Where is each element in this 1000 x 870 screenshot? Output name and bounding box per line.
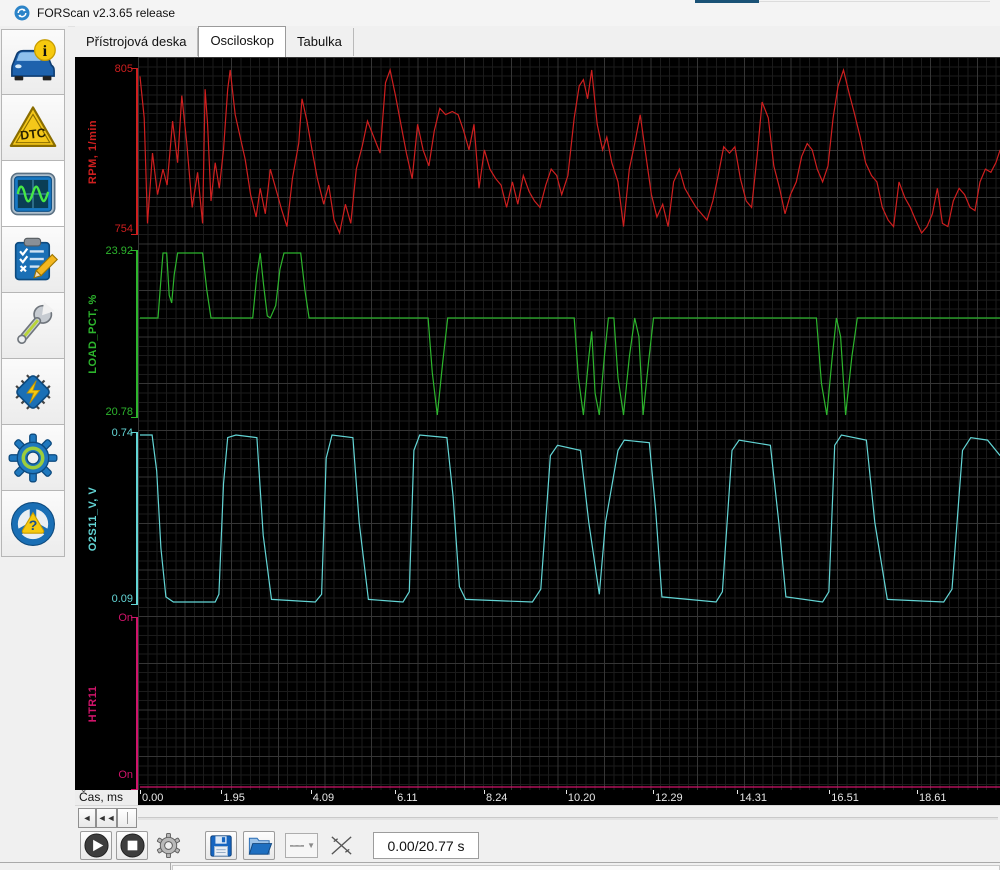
sidebar-item-settings[interactable] (1, 425, 65, 491)
channel-max-load-pct: 23.92 (75, 244, 133, 258)
x-tick-mark (653, 790, 654, 794)
module-config-icon (7, 366, 59, 418)
scrollbar-track[interactable] (138, 817, 998, 820)
y-axis-load-pct (136, 250, 138, 418)
timeline-scrollbar: ◄ ◄◄ (75, 805, 1000, 830)
open-icon (246, 832, 273, 859)
tab-dashboard[interactable]: Přístrojová deska (75, 28, 198, 56)
x-tick-mark (140, 790, 141, 794)
sidebar-item-module-config[interactable] (1, 359, 65, 425)
sidebar-item-dtc[interactable]: DTC (1, 95, 65, 161)
sidebar-item-service[interactable] (1, 293, 65, 359)
tab-bar: Přístrojová deska Osciloskop Tabulka (75, 26, 1000, 57)
x-tick-mark (566, 790, 567, 794)
channel-max-rpm-1-min: 805 (75, 62, 133, 76)
sidebar-item-vehicle-info[interactable]: i (1, 29, 65, 95)
play-button[interactable] (80, 831, 112, 860)
y-axis-rpm-1-min (136, 68, 138, 235)
channel-min-o2s11-v-v: 0.09 (75, 592, 133, 606)
service-icon (7, 300, 59, 352)
help-icon: ? (7, 498, 59, 550)
axis-tick-min-htr11 (131, 789, 137, 790)
tests-icon (7, 234, 59, 286)
markers-off-button[interactable] (325, 831, 357, 860)
marker-dropdown[interactable]: ▼ (285, 833, 318, 858)
x-tick-label: 4.09 (313, 792, 334, 804)
save-icon (208, 833, 234, 859)
x-tick-mark (917, 790, 918, 794)
x-tick-mark (395, 790, 396, 794)
trace-o2s11-v-v (140, 435, 1000, 602)
stop-icon (119, 832, 146, 859)
channel-min-rpm-1-min: 754 (75, 222, 133, 236)
x-tick-mark (311, 790, 312, 794)
stop-button[interactable] (116, 831, 148, 860)
save-button[interactable] (205, 831, 237, 860)
record-settings-icon (155, 832, 182, 859)
x-axis-title: Čas, ms (75, 790, 138, 805)
signal-traces (138, 57, 1000, 790)
x-tick-mark (829, 790, 830, 794)
channel-max-o2s11-v-v: 0.74 (75, 426, 133, 440)
y-axis-htr11 (136, 617, 138, 790)
oscilloscope-icon (7, 168, 59, 220)
oscilloscope-display: Čas, ms 0.00 1.95 4.09 6.11 8.24 10.20 12.29 14… (75, 57, 1000, 805)
sidebar-item-oscilloscope[interactable] (1, 161, 65, 227)
vehicle-info-icon: i (7, 36, 59, 88)
channel-label-rpm-1-min: RPM, 1/min (87, 72, 103, 232)
sidebar-item-help[interactable]: ? (1, 491, 65, 557)
bottom-panel-edge (0, 862, 1000, 870)
markers-off-icon (328, 832, 355, 859)
marker-dropdown-value (290, 845, 304, 847)
scroll-jump-start-button[interactable]: ◄◄ (96, 808, 117, 828)
x-tick-label: 8.24 (486, 792, 507, 804)
x-tick-label: 1.95 (223, 792, 244, 804)
titlebar-divider (759, 1, 990, 2)
x-tick-label: 10.20 (568, 792, 596, 804)
toolbar: ▼ 0.00/20.77 s (75, 829, 1000, 862)
sidebar-item-tests[interactable] (1, 227, 65, 293)
time-position-display[interactable]: 0.00/20.77 s (373, 832, 479, 859)
open-button[interactable] (243, 831, 275, 860)
x-tick-mark (737, 790, 738, 794)
channel-min-htr11: On (75, 768, 133, 782)
trace-load-pct (140, 253, 1000, 415)
titlebar-accent (695, 0, 759, 3)
channel-label-o2s11-v-v: O2S11_V, V (87, 439, 103, 599)
x-tick-label: 12.29 (655, 792, 683, 804)
play-icon (83, 832, 110, 859)
x-tick-label: 0.00 (142, 792, 163, 804)
dtc-icon: DTC (7, 102, 59, 154)
trace-rpm-1-min (140, 70, 1000, 233)
tab-oscilloscope[interactable]: Osciloskop (198, 26, 286, 57)
sidebar: i DTC (0, 26, 68, 870)
channel-label-load-pct: LOAD_PCT, % (87, 254, 103, 414)
svg-text:?: ? (29, 516, 38, 532)
x-tick-label: 14.31 (739, 792, 767, 804)
channel-label-htr11: HTR11 (87, 624, 103, 784)
x-tick-label: 6.11 (397, 792, 418, 804)
channel-min-load-pct: 20.78 (75, 405, 133, 419)
x-tick-mark (484, 790, 485, 794)
x-tick-label: 16.51 (831, 792, 859, 804)
chevron-down-icon: ▼ (307, 841, 315, 850)
settings-icon (7, 432, 59, 484)
panel-divider (170, 863, 171, 870)
titlebar: FORScan v2.3.65 release (0, 0, 1000, 27)
x-axis: Čas, ms 0.00 1.95 4.09 6.11 8.24 10.20 12.29 14… (75, 790, 1000, 805)
scrollbar-thumb[interactable] (117, 808, 137, 828)
record-settings-button[interactable] (152, 831, 184, 860)
svg-text:i: i (43, 42, 48, 60)
tab-table[interactable]: Tabulka (286, 28, 354, 56)
log-panel-top (172, 865, 1000, 870)
scroll-step-left-button[interactable]: ◄ (78, 808, 96, 828)
window-title: FORScan v2.3.65 release (37, 6, 175, 20)
x-tick-label: 18.61 (919, 792, 947, 804)
y-axis-o2s11-v-v (136, 432, 138, 605)
channel-max-htr11: On (75, 611, 133, 625)
main-panel: Přístrojová deska Osciloskop Tabulka Čas… (75, 26, 1000, 870)
app-logo-icon (14, 5, 30, 21)
x-tick-mark (221, 790, 222, 794)
